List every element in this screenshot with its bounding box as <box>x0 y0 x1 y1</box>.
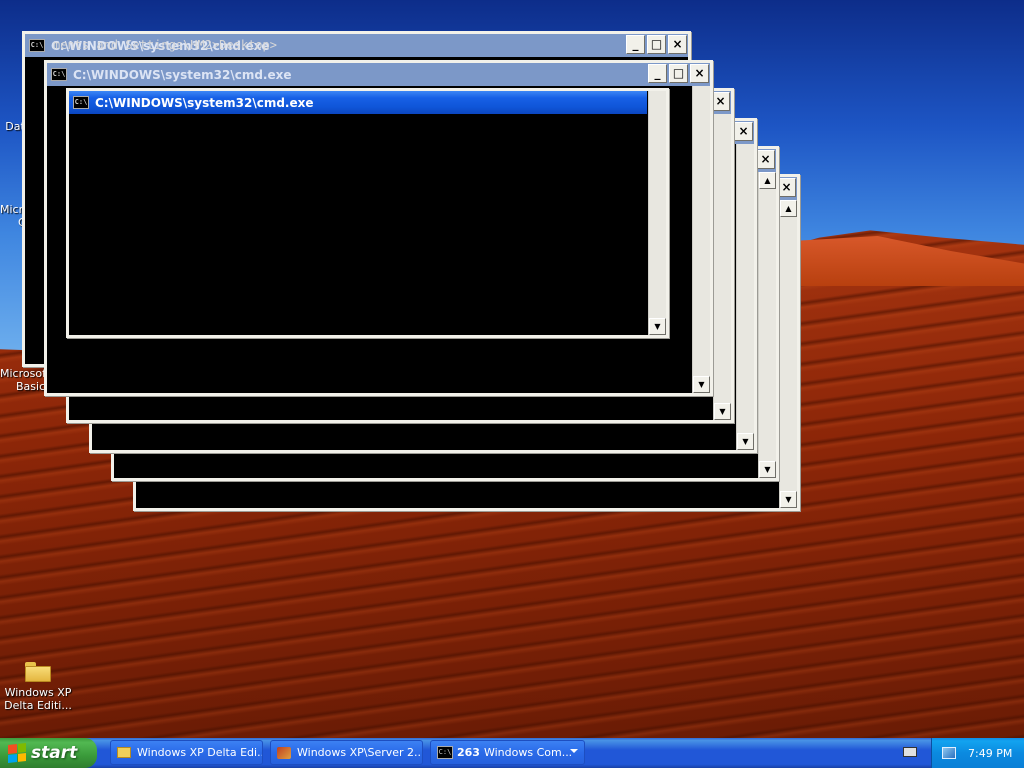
window-title: C:\WINDOWS\system32\cmd.exe <box>95 95 314 110</box>
scroll-down-button[interactable]: ▼ <box>714 403 731 420</box>
desktop-icon-windows-xp-delta[interactable]: Windows XP Delta Editi... <box>2 662 74 712</box>
console-output: ments and Settings\HM2>Desktop> <box>53 38 277 52</box>
window-titlebar[interactable]: C:\ C:\WINDOWS\system32\cmd.exe _ □ × <box>47 63 710 86</box>
scroll-down-button[interactable]: ▼ <box>649 318 666 335</box>
cmd-icon: C:\ <box>29 39 45 52</box>
close-button[interactable]: × <box>756 150 775 169</box>
desktop-icon-microsoft-2[interactable]: Microsoft Basic <box>0 367 51 393</box>
close-button[interactable]: × <box>777 178 796 197</box>
scroll-up-button[interactable]: ▲ <box>759 172 776 189</box>
taskbar-button-delta-edition[interactable]: Windows XP Delta Edi... <box>110 740 263 765</box>
desktop-icon-label-2: Basic <box>16 380 46 393</box>
scroll-up-button[interactable]: ▲ <box>780 200 797 217</box>
vertical-scrollbar[interactable]: ▼ <box>692 86 710 393</box>
desktop-icon-label: Microsoft <box>0 367 51 380</box>
scroll-down-button[interactable]: ▼ <box>759 461 776 478</box>
vertical-scrollbar[interactable]: ▲ ▼ <box>779 200 797 508</box>
windows-flag-icon <box>8 743 26 763</box>
desktop-icon-label-2: Delta Editi... <box>4 699 72 712</box>
cmd-icon: C:\ <box>51 68 67 81</box>
window-titlebar[interactable]: C:\ C:\WINDOWS\system32\cmd.exe <box>69 91 647 114</box>
setup-icon <box>277 746 291 759</box>
dune-wallpaper <box>780 236 1024 286</box>
task-label: Windows XP\Server 2... <box>297 746 423 759</box>
start-label: start <box>31 743 78 763</box>
desktop: Dat Microsoft C Microsoft Basic Windows … <box>0 0 1024 738</box>
cmd-window-active[interactable]: C:\ C:\WINDOWS\system32\cmd.exe ▼ <box>66 88 669 338</box>
folder-icon <box>117 747 131 758</box>
task-label: Windows Com... <box>483 746 573 759</box>
scroll-down-button[interactable]: ▼ <box>780 491 797 508</box>
close-button[interactable]: × <box>711 92 730 111</box>
window-title: C:\WINDOWS\system32\cmd.exe <box>73 67 292 82</box>
scroll-down-button[interactable]: ▼ <box>737 433 754 450</box>
network-icon[interactable] <box>942 747 956 759</box>
clock[interactable]: 7:49 PM <box>968 747 1012 760</box>
keyboard-icon[interactable] <box>903 747 917 757</box>
folder-icon <box>25 662 51 682</box>
vertical-scrollbar[interactable]: ▼ <box>713 114 731 420</box>
chevron-down-icon <box>570 749 578 753</box>
maximize-button[interactable]: □ <box>669 64 688 83</box>
minimize-button[interactable]: _ <box>626 35 645 54</box>
taskbar: start Windows XP Delta Edi... Windows XP… <box>0 738 1024 768</box>
close-button[interactable]: × <box>668 35 687 54</box>
close-button[interactable]: × <box>734 122 753 141</box>
close-button[interactable]: × <box>690 64 709 83</box>
maximize-button[interactable]: □ <box>647 35 666 54</box>
vertical-scrollbar[interactable]: ▼ <box>648 91 666 335</box>
cmd-icon: C:\ <box>437 746 453 759</box>
cmd-icon: C:\ <box>73 96 89 109</box>
start-button[interactable]: start <box>0 738 97 768</box>
task-label: Windows XP Delta Edi... <box>137 746 263 759</box>
system-tray: 7:49 PM <box>931 738 1024 768</box>
group-count: 263 <box>457 746 480 759</box>
taskbar-group-windows-command[interactable]: C:\ 263 Windows Com... <box>430 740 585 765</box>
scroll-down-button[interactable]: ▼ <box>693 376 710 393</box>
taskbar-button-server[interactable]: Windows XP\Server 2... <box>270 740 423 765</box>
vertical-scrollbar[interactable]: ▼ <box>736 144 754 450</box>
vertical-scrollbar[interactable]: ▲ ▼ <box>758 172 776 478</box>
minimize-button[interactable]: _ <box>648 64 667 83</box>
desktop-icon-label: Windows XP <box>4 686 72 699</box>
